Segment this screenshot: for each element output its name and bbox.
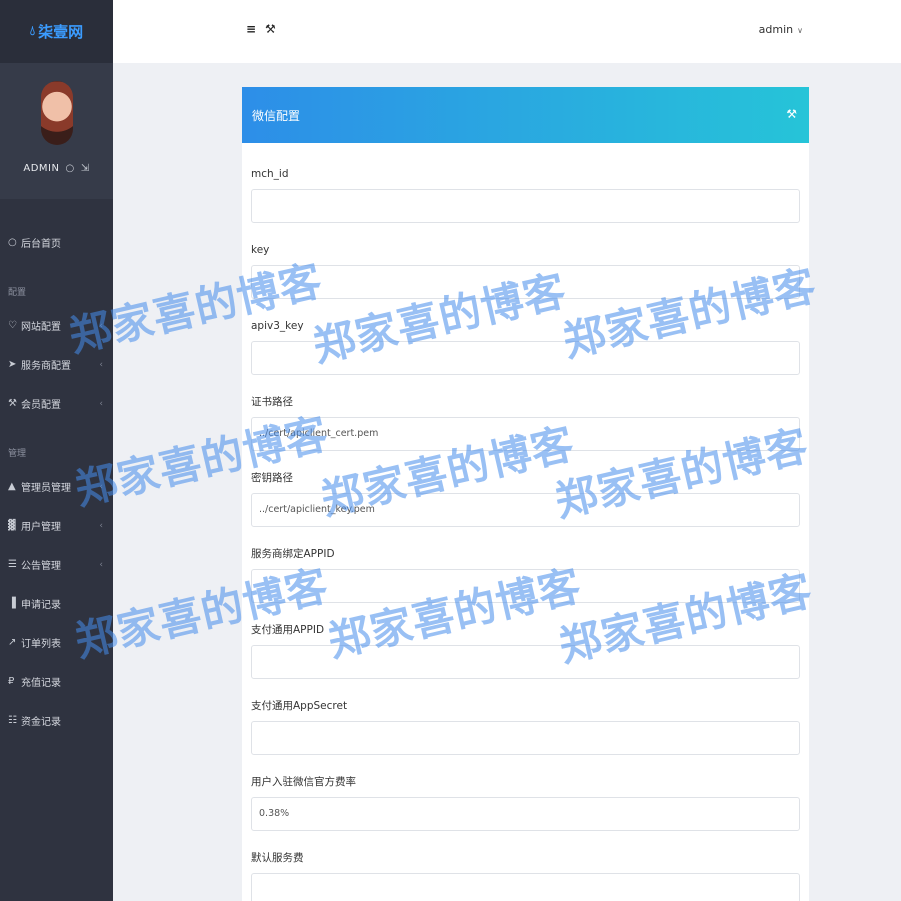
sidebar-item-notice-manage[interactable]: ☰ 公告管理 ‹ [0, 545, 113, 584]
profile-panel: ADMIN ○ ⇲ [0, 63, 113, 199]
chevron-left-icon: ‹ [99, 481, 103, 492]
top-header: ≡ ⚒ admin ∨ [113, 0, 901, 63]
send-icon: ➤ [8, 359, 17, 370]
sidebar-item-member-config[interactable]: ⚒ 会员配置 ‹ [0, 384, 113, 423]
sidebar-menu: ○ 后台首页 配置 ♡ 网站配置 ‹ ➤ 服务商配置 ‹ ⚒ 会员配置 ‹ 管理… [0, 199, 113, 740]
field-label: 证书路径 [251, 396, 293, 408]
sidebar-item-label: 会员配置 [21, 400, 61, 411]
sidebar-item-label: 资金记录 [21, 717, 61, 728]
pay-appid-input[interactable] [251, 645, 800, 679]
drop-icon: ○ [8, 237, 17, 248]
logout-icon[interactable]: ⇲ [81, 163, 90, 174]
wrench-icon: ⚒ [8, 398, 17, 409]
profile-row: ADMIN ○ ⇲ [23, 163, 89, 174]
sidebar-item-apply-records[interactable]: ▐ 申请记录 [0, 584, 113, 623]
brand-logo[interactable]: 💧︎ 柒壹网 [0, 0, 113, 63]
user-icon: ▲ [8, 481, 16, 492]
sidebar-item-label: 后台首页 [21, 239, 61, 250]
config-form: mch_id key apiv3_key 证书路径 ../cert/apicli… [242, 143, 809, 901]
fee-rate-input[interactable]: 0.38% [251, 797, 800, 831]
field-label: 服务商绑定APPID [251, 548, 335, 560]
sidebar: 💧︎ 柒壹网 ADMIN ○ ⇲ ○ 后台首页 配置 ♡ 网站配置 ‹ ➤ 服务… [0, 0, 113, 901]
sidebar-group-title: 配置 [8, 288, 27, 298]
chevron-left-icon: ‹ [99, 320, 103, 331]
drop-icon: 💧︎ [29, 24, 36, 39]
apiv3-key-input[interactable] [251, 341, 800, 375]
field-key-path: 密钥路径 ../cert/apiclient_key.pem [251, 469, 800, 545]
heart-icon: ♡ [8, 320, 17, 331]
sidebar-item-admin-manage[interactable]: ▲ 管理员管理 ‹ [0, 467, 113, 506]
users-icon: ▓ [8, 520, 16, 531]
field-label: 支付通用AppSecret [251, 700, 348, 712]
sidebar-item-label: 公告管理 [21, 561, 61, 572]
field-provider-appid: 服务商绑定APPID [251, 545, 800, 621]
line-chart-icon: ↗ [8, 637, 17, 648]
field-apiv3-key: apiv3_key [251, 317, 800, 393]
card-title: 微信配置 [252, 108, 301, 123]
field-service-fee: 默认服务费 [251, 849, 800, 901]
chevron-left-icon: ‹ [99, 359, 103, 370]
sidebar-item-fund-records[interactable]: ☷ 资金记录 [0, 701, 113, 740]
ruble-icon: ₽ [8, 676, 15, 687]
profile-name: ADMIN [23, 163, 60, 174]
sidebar-item-dashboard[interactable]: ○ 后台首页 [0, 223, 113, 262]
wrench-icon[interactable]: ⚒ [786, 107, 797, 121]
brand-name: 柒壹网 [38, 23, 84, 41]
sidebar-item-label: 申请记录 [21, 600, 61, 611]
field-label: 密钥路径 [251, 472, 293, 484]
provider-appid-input[interactable] [251, 569, 800, 603]
key-path-input[interactable]: ../cert/apiclient_key.pem [251, 493, 800, 527]
field-cert-path: 证书路径 ../cert/apiclient_cert.pem [251, 393, 800, 469]
sidebar-item-label: 网站配置 [21, 322, 61, 333]
wechat-config-card: 微信配置 ⚒ mch_id key apiv3_key 证书路径 ../cert… [242, 87, 809, 901]
card-header: 微信配置 ⚒ [242, 87, 809, 143]
field-label: 支付通用APPID [251, 624, 325, 636]
chevron-left-icon: ‹ [99, 398, 103, 409]
chevron-down-icon: ∨ [797, 26, 803, 35]
sidebar-item-recharge-records[interactable]: ₽ 充值记录 [0, 662, 113, 701]
sidebar-item-label: 用户管理 [21, 522, 61, 533]
bar-chart-icon: ▐ [8, 598, 16, 609]
field-label: 默认服务费 [251, 852, 304, 864]
menu-icon[interactable]: ≡ [246, 22, 256, 36]
user-menu[interactable]: admin ∨ [759, 23, 803, 36]
chevron-left-icon: ‹ [99, 559, 103, 570]
field-key: key [251, 241, 800, 317]
field-mch-id: mch_id [251, 165, 800, 241]
wrench-icon[interactable]: ⚒ [265, 22, 276, 36]
user-name: admin [758, 23, 794, 36]
sidebar-group-title: 管理 [8, 449, 27, 459]
service-fee-input[interactable] [251, 873, 800, 901]
sidebar-item-user-manage[interactable]: ▓ 用户管理 ‹ [0, 506, 113, 545]
field-pay-appsecret: 支付通用AppSecret [251, 697, 800, 773]
cert-path-input[interactable]: ../cert/apiclient_cert.pem [251, 417, 800, 451]
field-pay-appid: 支付通用APPID [251, 621, 800, 697]
sidebar-item-site-config[interactable]: ♡ 网站配置 ‹ [0, 306, 113, 345]
field-label: mch_id [251, 168, 289, 180]
list-icon: ☷ [8, 715, 17, 726]
avatar [40, 81, 73, 145]
mch-id-input[interactable] [251, 189, 800, 223]
sidebar-item-label: 服务商配置 [21, 361, 71, 372]
sidebar-item-label: 订单列表 [21, 639, 61, 650]
pay-appsecret-input[interactable] [251, 721, 800, 755]
key-input[interactable] [251, 265, 800, 299]
notice-icon: ☰ [8, 559, 17, 570]
field-fee-rate: 用户入驻微信官方费率 0.38% [251, 773, 800, 849]
sidebar-item-label: 管理员管理 [21, 483, 71, 494]
chevron-left-icon: ‹ [99, 520, 103, 531]
sidebar-item-label: 充值记录 [21, 678, 61, 689]
field-label: apiv3_key [251, 320, 304, 332]
sidebar-item-order-list[interactable]: ↗ 订单列表 [0, 623, 113, 662]
sidebar-item-provider-config[interactable]: ➤ 服务商配置 ‹ [0, 345, 113, 384]
drop-icon[interactable]: ○ [65, 163, 74, 174]
field-label: 用户入驻微信官方费率 [251, 776, 356, 788]
field-label: key [251, 244, 270, 256]
